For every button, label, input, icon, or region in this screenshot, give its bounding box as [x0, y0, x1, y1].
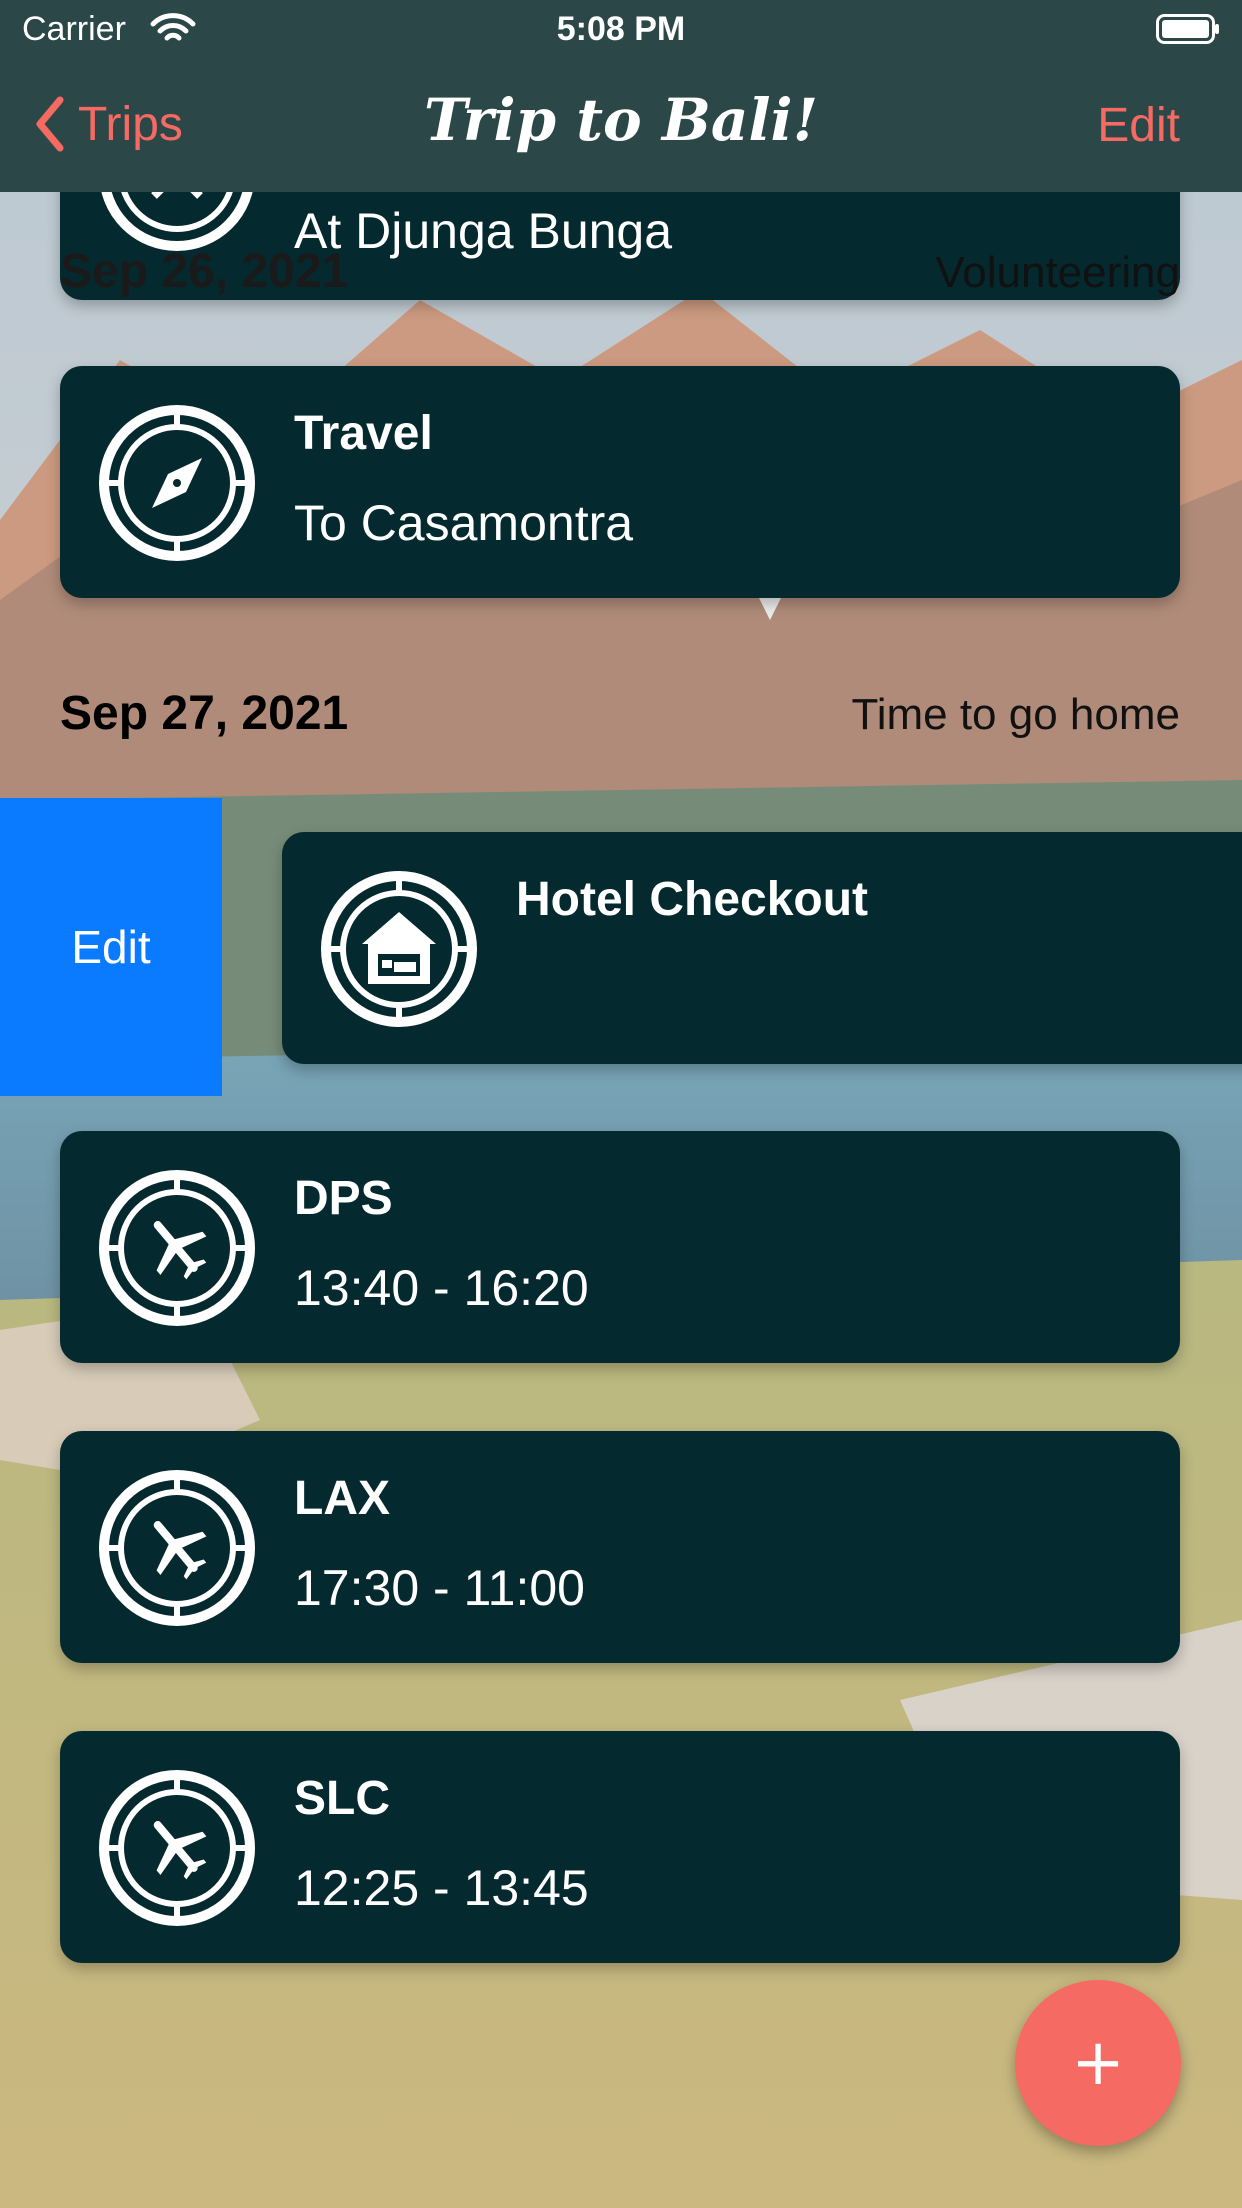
event-subtitle: At Djunga Bunga — [294, 203, 673, 259]
swipe-edit-button[interactable]: Edit — [0, 798, 222, 1096]
date-note: Time to go home — [851, 690, 1180, 739]
event-title: Hotel Checkout — [516, 873, 869, 926]
date-note: Volunteering — [935, 248, 1180, 297]
event-card-travel[interactable]: Travel To Casamontra — [60, 366, 1180, 598]
event-title: Travel — [294, 407, 433, 460]
airplane-icon — [99, 1770, 255, 1926]
status-bar: Carrier 5:08 PM — [0, 0, 1242, 62]
page-title: Trip to Bali! — [423, 86, 819, 154]
event-card-flight[interactable]: DPS 13:40 - 16:20 — [60, 1131, 1180, 1363]
event-subtitle: 17:30 - 11:00 — [294, 1560, 585, 1616]
event-subtitle: 12:25 - 13:45 — [294, 1860, 589, 1916]
add-event-button[interactable]: + — [1015, 1980, 1181, 2146]
event-title: LAX — [294, 1472, 390, 1525]
date-header: Sep 27, 2021 — [60, 687, 349, 740]
date-header: Sep 26, 2021 — [60, 245, 349, 298]
battery-icon — [1156, 14, 1219, 44]
event-card-hotel-checkout[interactable]: Hotel Checkout — [282, 832, 1242, 1064]
status-time: 5:08 PM — [556, 10, 686, 48]
navigation-bar: Carrier 5:08 PM Trips Trip to Bali! Edit — [0, 0, 1242, 192]
event-card-flight[interactable]: SLC 12:25 - 13:45 — [60, 1731, 1180, 1963]
edit-button[interactable]: Edit — [1097, 98, 1180, 153]
compass-icon — [99, 405, 255, 561]
hotel-icon — [321, 871, 477, 1027]
event-title: SLC — [294, 1772, 390, 1825]
airplane-icon — [99, 1470, 255, 1626]
airplane-icon — [99, 1170, 255, 1326]
event-subtitle: 13:40 - 16:20 — [294, 1260, 589, 1316]
event-title: DPS — [294, 1172, 393, 1225]
event-card-flight[interactable]: LAX 17:30 - 11:00 — [60, 1431, 1180, 1663]
event-subtitle: To Casamontra — [294, 495, 634, 551]
